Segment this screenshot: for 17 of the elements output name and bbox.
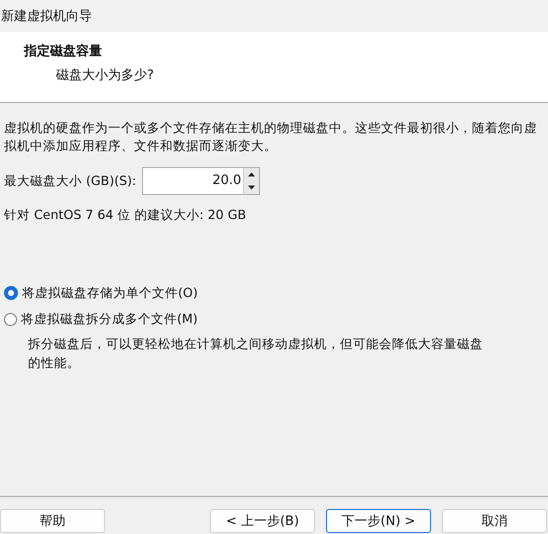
split-note-text: 拆分磁盘后，可以更轻松地在计算机之间移动虚拟机，但可能会降低大容量磁盘的性能。 bbox=[28, 335, 484, 372]
page-subtitle: 磁盘大小为多少? bbox=[56, 67, 155, 84]
radio-label[interactable]: 将虚拟磁盘存储为单个文件(O) bbox=[22, 284, 198, 302]
disk-size-label: 最大磁盘大小 (GB)(S): bbox=[4, 172, 136, 190]
radio-label[interactable]: 将虚拟磁盘拆分成多个文件(M) bbox=[21, 310, 198, 328]
disk-size-spinbox[interactable]: 20.0 bbox=[142, 167, 260, 195]
window-title: 新建虚拟机向导 bbox=[1, 8, 92, 25]
recommendation-text: 针对 CentOS 7 64 位 的建议大小: 20 GB bbox=[4, 207, 248, 224]
dialog-button[interactable]: 下一步(N) > bbox=[326, 509, 431, 533]
radio-button[interactable] bbox=[4, 312, 17, 326]
dialog-button[interactable]: 取消 bbox=[442, 509, 547, 533]
disk-size-value[interactable]: 20.0 bbox=[143, 168, 244, 194]
dialog-button[interactable]: < 上一步(B) bbox=[210, 509, 315, 533]
radio-button[interactable] bbox=[4, 286, 18, 300]
page-title: 指定磁盘容量 bbox=[24, 42, 103, 60]
dialog-button[interactable]: 帮助 bbox=[0, 509, 105, 533]
description-text: 虚拟机的硬盘作为一个或多个文件存储在主机的物理磁盘中。这些文件最初很小，随着您向虚拟机中添加应用程序、文件和数据而逐渐变大。 bbox=[4, 119, 538, 155]
